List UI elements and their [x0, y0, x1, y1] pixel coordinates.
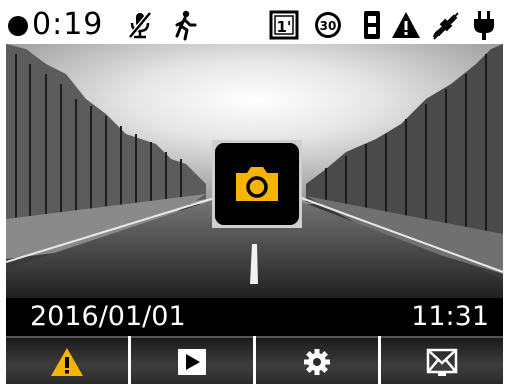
power-plug-icon[interactable]	[468, 9, 500, 41]
playback-button[interactable]	[131, 336, 253, 384]
traffic-light-icon[interactable]	[356, 9, 388, 41]
speed-label: 30	[320, 19, 337, 33]
camera-icon	[236, 167, 278, 201]
messages-button[interactable]	[381, 336, 503, 384]
status-bar: 0:19 1' 30	[6, 6, 503, 44]
warning-icon	[51, 348, 83, 376]
emergency-lock-button[interactable]	[6, 336, 128, 384]
microphone-muted-icon[interactable]	[124, 9, 156, 41]
settings-button[interactable]	[256, 336, 378, 384]
camera-preview[interactable]	[6, 44, 503, 298]
bottom-toolbar	[6, 336, 503, 384]
recording-time: 0:19	[32, 7, 104, 42]
mail-icon	[426, 348, 458, 376]
play-icon	[178, 349, 206, 375]
capture-button-face	[215, 143, 299, 225]
time-label: 11:31	[411, 301, 489, 332]
date-label: 2016/01/01	[30, 301, 186, 332]
loop-recording-1min-icon[interactable]: 1'	[268, 9, 300, 41]
gear-icon	[304, 349, 330, 375]
motion-detection-icon[interactable]	[168, 9, 200, 41]
capture-photo-button[interactable]	[212, 140, 302, 228]
datetime-bar: 2016/01/01 11:31	[6, 298, 503, 336]
recording-dot-icon	[8, 16, 28, 36]
speed-30-icon[interactable]: 30	[312, 9, 344, 41]
loop-label: 1'	[276, 18, 291, 36]
warning-icon[interactable]	[390, 9, 422, 41]
gps-satellite-icon[interactable]	[430, 9, 462, 41]
